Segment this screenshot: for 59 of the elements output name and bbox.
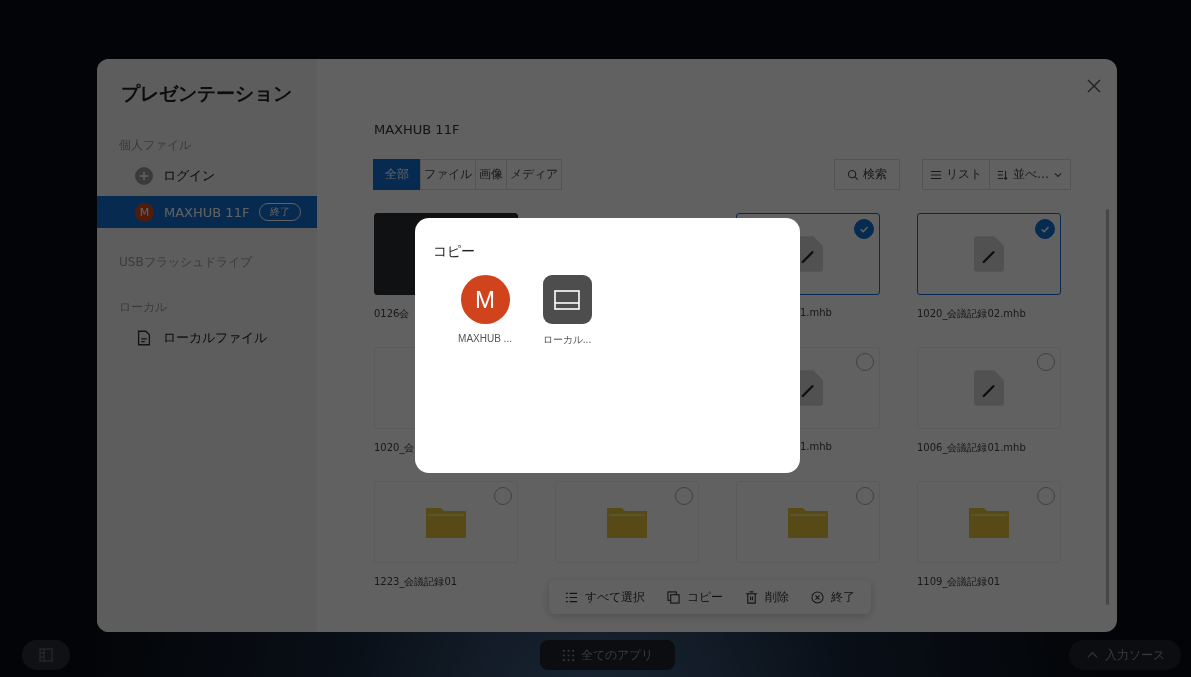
close-circle-icon: [811, 590, 824, 604]
file-name: 1.mhb: [799, 441, 833, 452]
folder-icon: [607, 506, 647, 538]
filter-tab[interactable]: メディア: [506, 159, 562, 190]
folder-icon: [969, 506, 1009, 538]
close-button[interactable]: [1087, 79, 1101, 93]
avatar: M: [135, 202, 154, 222]
selection-checkbox[interactable]: [1037, 487, 1055, 505]
selection-checkbox[interactable]: [856, 487, 874, 505]
action-button[interactable]: 削除: [745, 588, 789, 606]
monitor-icon: [542, 275, 592, 324]
list-view-button[interactable]: リスト: [922, 159, 990, 190]
selection-checkbox[interactable]: [854, 219, 874, 239]
action-button[interactable]: 終了: [811, 588, 855, 606]
folder-icon: [788, 506, 828, 538]
sort-button[interactable]: 並べ…: [989, 159, 1071, 190]
copy-target[interactable]: ローカル...: [537, 275, 597, 347]
selection-checkbox[interactable]: [494, 487, 512, 505]
checklist-icon: [565, 590, 578, 604]
file-name: 1223_会議記録01: [374, 575, 459, 589]
selection-checkbox[interactable]: [675, 487, 693, 505]
copy-icon: [667, 590, 680, 604]
window-title: プレゼンテーション: [121, 81, 293, 106]
list-icon: [930, 168, 942, 181]
file-name: 1006_会議記録01.mhb: [917, 441, 1027, 455]
plus-circle-icon: [135, 167, 153, 185]
action-button[interactable]: すべて選択: [565, 588, 645, 606]
folder-icon: [426, 506, 466, 538]
file-name: 1109_会議記録01: [917, 575, 1002, 589]
search-button[interactable]: 検索: [834, 159, 900, 190]
filter-tab[interactable]: 全部: [373, 159, 421, 190]
file-name: 1020_会議記録02.mhb: [917, 307, 1027, 321]
item-label: ログイン: [163, 167, 215, 185]
sidebar-item[interactable]: M MAXHUB 11F 終了: [97, 196, 317, 228]
filter-tab[interactable]: ファイル: [420, 159, 476, 190]
pen-document-icon: [974, 236, 1004, 272]
file-name: 1.mhb: [799, 307, 833, 318]
file-name: 0126会: [374, 307, 411, 321]
selection-checkbox[interactable]: [1035, 219, 1055, 239]
action-button[interactable]: コピー: [667, 588, 723, 606]
dock-button[interactable]: [22, 640, 70, 670]
sidebar-item[interactable]: ローカルファイル: [97, 322, 317, 354]
copy-target[interactable]: M MAXHUB ...: [455, 275, 515, 347]
dialog-title: コピー: [433, 243, 476, 261]
item-label: MAXHUB 11F: [164, 204, 250, 220]
filter-tab[interactable]: 画像: [475, 159, 507, 190]
selection-checkbox[interactable]: [1037, 353, 1055, 371]
avatar: M: [460, 275, 510, 324]
trash-icon: [745, 590, 758, 604]
dots-grid-icon: [562, 648, 575, 662]
sidebar-item[interactable]: ログイン: [97, 160, 317, 192]
pen-document-icon: [974, 370, 1004, 406]
document-icon: [135, 329, 153, 347]
search-icon: [847, 168, 859, 181]
location-title: MAXHUB 11F: [374, 122, 461, 137]
file-name: 1020_会: [374, 441, 416, 455]
selection-checkbox[interactable]: [856, 353, 874, 371]
sort-icon: [997, 168, 1009, 181]
item-label: ローカルファイル: [163, 329, 267, 347]
